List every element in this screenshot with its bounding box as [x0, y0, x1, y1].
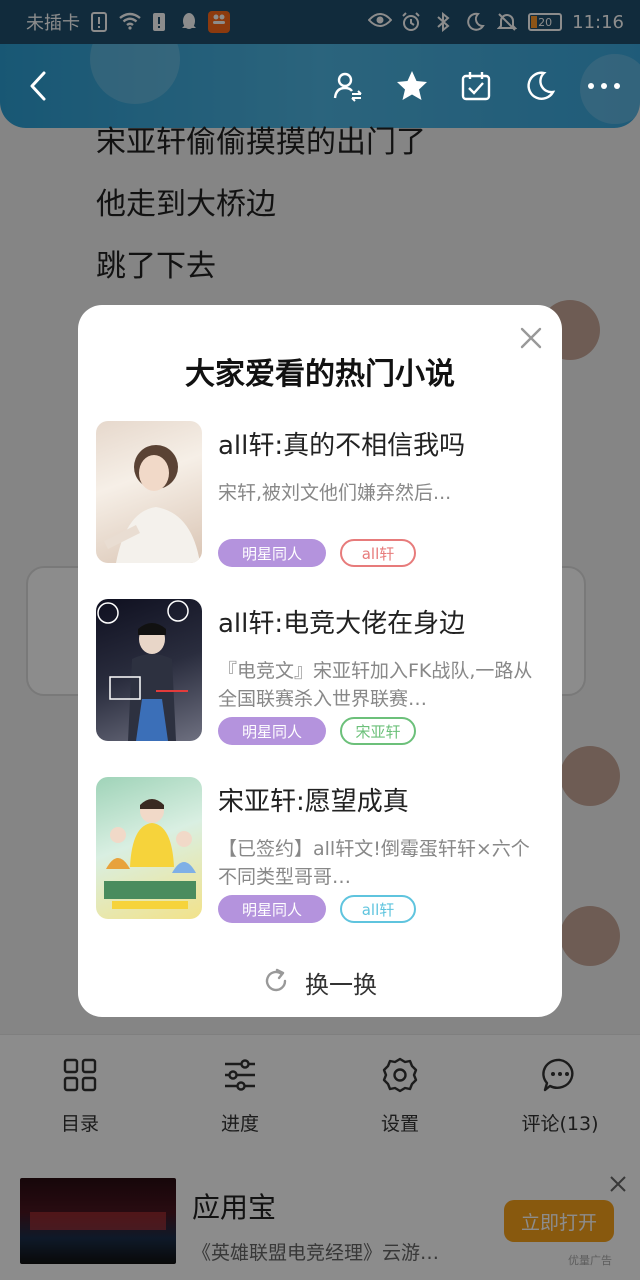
star-icon[interactable] — [394, 68, 430, 104]
book-title[interactable]: 宋亚轩:愿望成真 — [218, 781, 538, 818]
hot-novels-dialog: 大家爱看的热门小说 all轩:真的不相信我吗 宋轩,被刘文他们嫌弃然后... 明… — [78, 305, 562, 1017]
book-description: 【已签约】all轩文!倒霉蛋轩轩×六个不同类型哥哥… — [218, 838, 530, 888]
keyword-tag[interactable]: 宋亚轩 — [340, 717, 416, 745]
book-cover[interactable] — [96, 777, 202, 919]
book-item[interactable]: all轩:真的不相信我吗 宋轩,被刘文他们嫌弃然后... 明星同人 all轩 — [96, 421, 546, 567]
keyword-tag[interactable]: all轩 — [340, 539, 416, 567]
category-tag[interactable]: 明星同人 — [218, 895, 326, 923]
refresh-label: 换一换 — [305, 971, 377, 999]
book-item[interactable]: all轩:电竞大佬在身边 『电竞文』宋亚轩加入FK战队,一路从全国联赛杀入世界联… — [96, 599, 546, 745]
book-title[interactable]: all轩:真的不相信我吗 — [218, 425, 538, 462]
night-mode-icon[interactable] — [522, 68, 558, 104]
refresh-button[interactable]: 换一换 — [78, 965, 562, 1000]
category-tag[interactable]: 明星同人 — [218, 539, 326, 567]
book-cover[interactable] — [96, 421, 202, 563]
refresh-icon — [263, 968, 289, 998]
author-switch-icon[interactable] — [330, 68, 366, 104]
book-item[interactable]: 宋亚轩:愿望成真 【已签约】all轩文!倒霉蛋轩轩×六个不同类型哥哥… 明星同人… — [96, 777, 546, 923]
keyword-tag[interactable]: all轩 — [340, 895, 416, 923]
book-description: 宋轩,被刘文他们嫌弃然后... — [218, 482, 452, 504]
back-icon[interactable] — [18, 66, 58, 106]
book-description: 『电竞文』宋亚轩加入FK战队,一路从全国联赛杀入世界联赛… — [218, 660, 533, 710]
book-cover[interactable] — [96, 599, 202, 741]
category-tag[interactable]: 明星同人 — [218, 717, 326, 745]
more-icon[interactable] — [586, 68, 622, 104]
book-title[interactable]: all轩:电竞大佬在身边 — [218, 603, 538, 640]
calendar-check-icon[interactable] — [458, 68, 494, 104]
dialog-title: 大家爱看的热门小说 — [185, 357, 455, 392]
